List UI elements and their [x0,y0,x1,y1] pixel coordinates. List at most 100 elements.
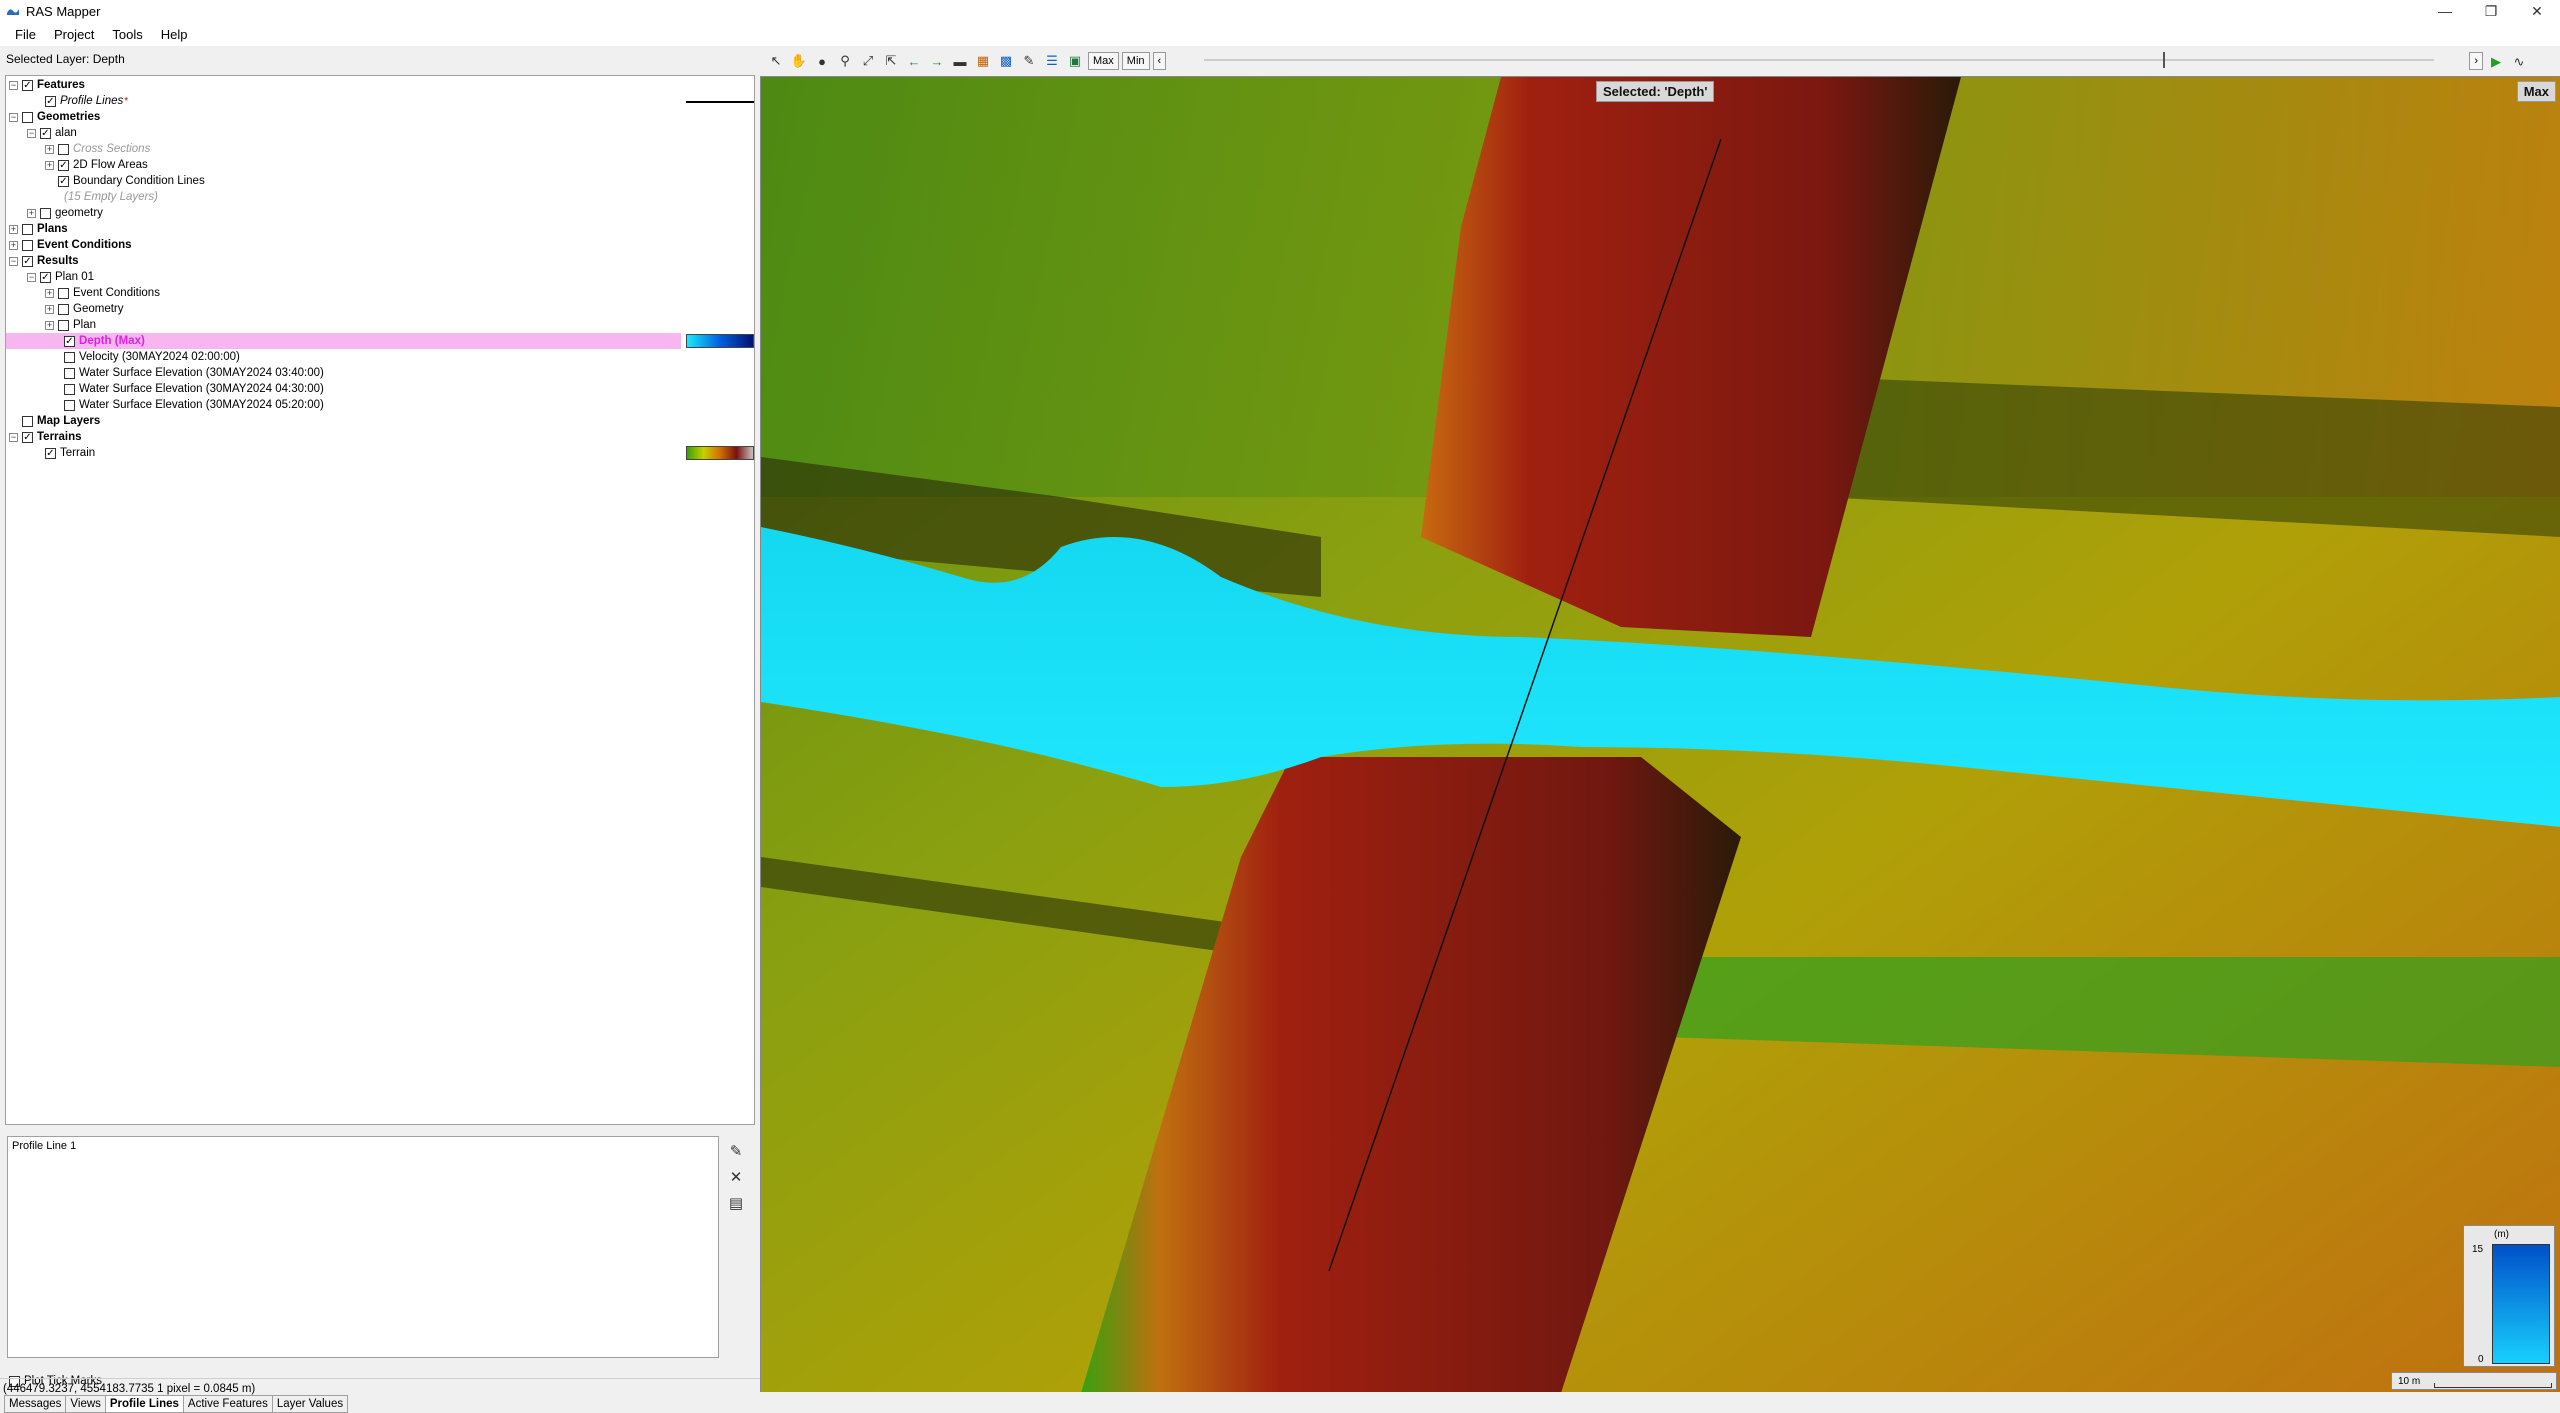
tree-row-result-geometry[interactable]: + Geometry [45,301,124,317]
window-title: RAS Mapper [26,3,101,19]
tree-row-result-plan[interactable]: + Plan [45,317,96,333]
expand-icon[interactable]: + [45,144,54,154]
tree-row-velocity[interactable]: Velocity (30MAY2024 02:00:00) [64,349,240,365]
play-icon[interactable]: ▶ [2486,52,2506,72]
tree-row-plans[interactable]: + Plans [9,221,68,237]
menu-project[interactable]: Project [45,27,103,42]
legend-color-bar [2492,1244,2550,1364]
expand-icon[interactable]: + [9,240,18,250]
depth-checkbox[interactable] [64,335,75,347]
alan-checkbox[interactable] [40,127,51,139]
tree-row-depth-max[interactable]: Depth (Max) [64,333,145,349]
tree-row-2d-flow-areas[interactable]: + 2D Flow Areas [45,157,148,173]
wse-1-checkbox[interactable] [64,367,75,379]
collapse-icon[interactable]: − [27,272,36,282]
expand-icon[interactable]: + [9,224,18,234]
import-icon[interactable]: ▤ [726,1192,746,1214]
menu-help[interactable]: Help [152,27,197,42]
minimize-icon[interactable]: — [2422,0,2468,22]
tree-row-terrain[interactable]: Terrain [45,445,95,461]
delete-x-icon[interactable]: ✕ [726,1166,746,1188]
tree-row-wse-1[interactable]: Water Surface Elevation (30MAY2024 03:40… [64,365,324,381]
close-icon[interactable]: ✕ [2514,0,2560,22]
wse-3-checkbox[interactable] [64,399,75,411]
expand-icon[interactable]: + [45,304,54,314]
menu-file[interactable]: File [6,27,45,42]
tree-row-cross-sections[interactable]: + Cross Sections [45,141,150,157]
zoom-extent-icon[interactable]: ⤢ [858,51,878,71]
map-layers-checkbox[interactable] [22,415,33,427]
layers-icon[interactable]: ☰ [1042,51,1062,71]
pan-hand-icon[interactable]: ✋ [789,51,809,71]
profile-lines-checkbox[interactable] [45,95,56,107]
tree-row-wse-2[interactable]: Water Surface Elevation (30MAY2024 04:30… [64,381,324,397]
result-event-conditions-checkbox[interactable] [58,287,69,299]
menu-tools[interactable]: Tools [103,27,151,42]
bc-lines-checkbox[interactable] [58,175,69,187]
tree-row-terrains[interactable]: − Terrains [9,429,82,445]
expand-icon[interactable]: + [45,320,54,330]
tree-label-event-conditions: Event Conditions [37,239,132,251]
expand-icon[interactable]: + [45,160,54,170]
collapse-icon[interactable]: − [9,432,18,442]
result-geometry-checkbox[interactable] [58,303,69,315]
min-button[interactable]: Min [1121,52,1150,70]
event-conditions-checkbox[interactable] [22,239,33,251]
zoom-icon[interactable]: ⚲ [835,51,855,71]
tree-row-event-conditions[interactable]: + Event Conditions [9,237,132,253]
tree-row-geometry[interactable]: + geometry [27,205,103,221]
forward-arrow-icon[interactable]: → [927,51,947,71]
tree-row-profile-lines[interactable]: Profile Lines * [45,93,128,109]
grid-layer-icon[interactable]: ▩ [996,51,1016,71]
globe-icon[interactable]: ● [812,51,832,71]
tree-row-result-event-conditions[interactable]: + Event Conditions [45,285,160,301]
tree-row-plan-01[interactable]: − Plan 01 [27,269,94,285]
profile-lines-list[interactable]: Profile Line 1 [7,1136,719,1358]
step-forward-button[interactable]: › [2469,52,2483,70]
pencil-edit-icon[interactable]: ✎ [1019,51,1039,71]
collapse-icon[interactable]: − [9,112,18,122]
animation-settings-icon[interactable]: ∿ [2509,52,2529,72]
expand-icon[interactable]: + [27,208,36,218]
plans-checkbox[interactable] [22,223,33,235]
draw-pencil-icon[interactable]: ✎ [726,1140,746,1162]
tree-row-map-layers[interactable]: Map Layers [22,413,100,429]
map-view[interactable]: Selected: 'Depth' Max (m) 15 0 10 m [760,76,2560,1392]
select-arrow-icon[interactable]: ↖ [766,51,786,71]
velocity-checkbox[interactable] [64,351,75,363]
max-button[interactable]: Max [1088,52,1119,70]
tree-row-alan[interactable]: − alan [27,125,77,141]
results-checkbox[interactable] [22,255,33,267]
tree-row-features[interactable]: − Features [9,77,85,93]
profile-plot-icon[interactable]: ▦ [973,51,993,71]
back-arrow-icon[interactable]: ← [904,51,924,71]
time-slider-thumb[interactable] [2163,52,2165,68]
tree-row-geometries[interactable]: − Geometries [9,109,100,125]
terrains-checkbox[interactable] [22,431,33,443]
tree-row-wse-3[interactable]: Water Surface Elevation (30MAY2024 05:20… [64,397,324,413]
profile-line-item[interactable]: Profile Line 1 [12,1140,76,1152]
measure-icon[interactable]: ▬ [950,51,970,71]
full-extent-icon[interactable]: ⇱ [881,51,901,71]
time-slider-track[interactable] [1204,59,2434,61]
terrain-checkbox[interactable] [45,447,56,459]
legend-unit: (m) [2494,1229,2509,1240]
collapse-icon[interactable]: − [9,80,18,90]
collapse-icon[interactable]: − [9,256,18,266]
cross-sections-checkbox[interactable] [58,143,69,155]
tree-row-results[interactable]: − Results [9,253,79,269]
restore-icon[interactable]: ❐ [2468,0,2514,22]
wse-2-checkbox[interactable] [64,383,75,395]
result-plan-checkbox[interactable] [58,319,69,331]
tree-label-features: Features [37,79,85,91]
plan-01-checkbox[interactable] [40,271,51,283]
flow-areas-checkbox[interactable] [58,159,69,171]
collapse-icon[interactable]: − [27,128,36,138]
geometries-checkbox[interactable] [22,111,33,123]
features-checkbox[interactable] [22,79,33,91]
expand-icon[interactable]: + [45,288,54,298]
step-back-button[interactable]: ‹ [1152,52,1167,70]
export-icon[interactable]: ▣ [1065,51,1085,71]
tree-row-bc-lines[interactable]: Boundary Condition Lines [58,173,205,189]
geometry-checkbox[interactable] [40,207,51,219]
